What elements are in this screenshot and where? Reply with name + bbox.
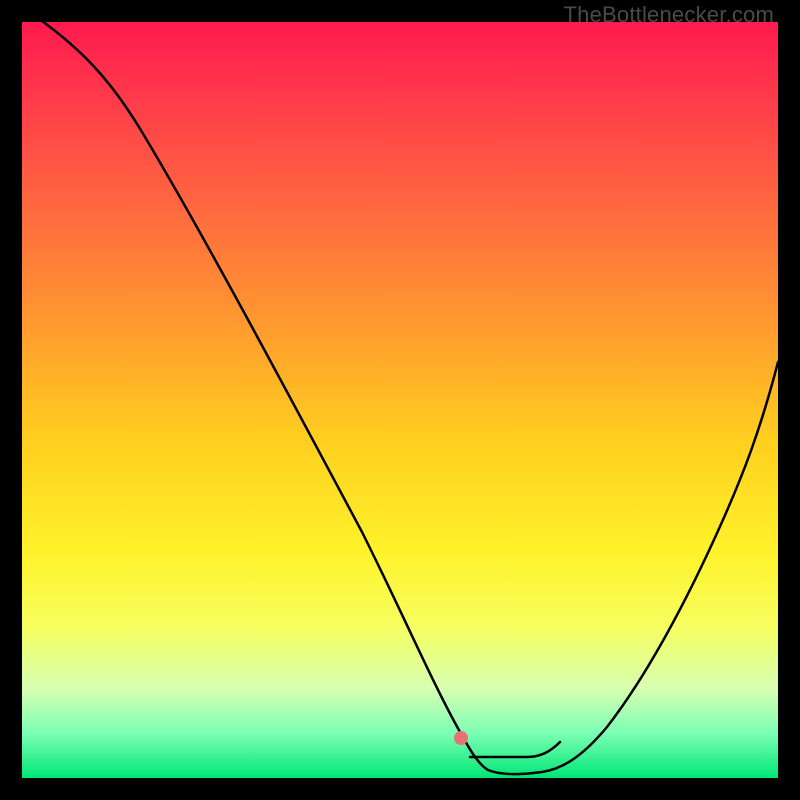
marker-segment — [470, 742, 560, 757]
branding-watermark: TheBottlenecker.com — [564, 2, 774, 28]
chart-frame — [22, 22, 778, 778]
chart-svg — [22, 22, 778, 778]
marker-dot — [454, 731, 468, 745]
bottleneck-curve — [22, 22, 778, 774]
